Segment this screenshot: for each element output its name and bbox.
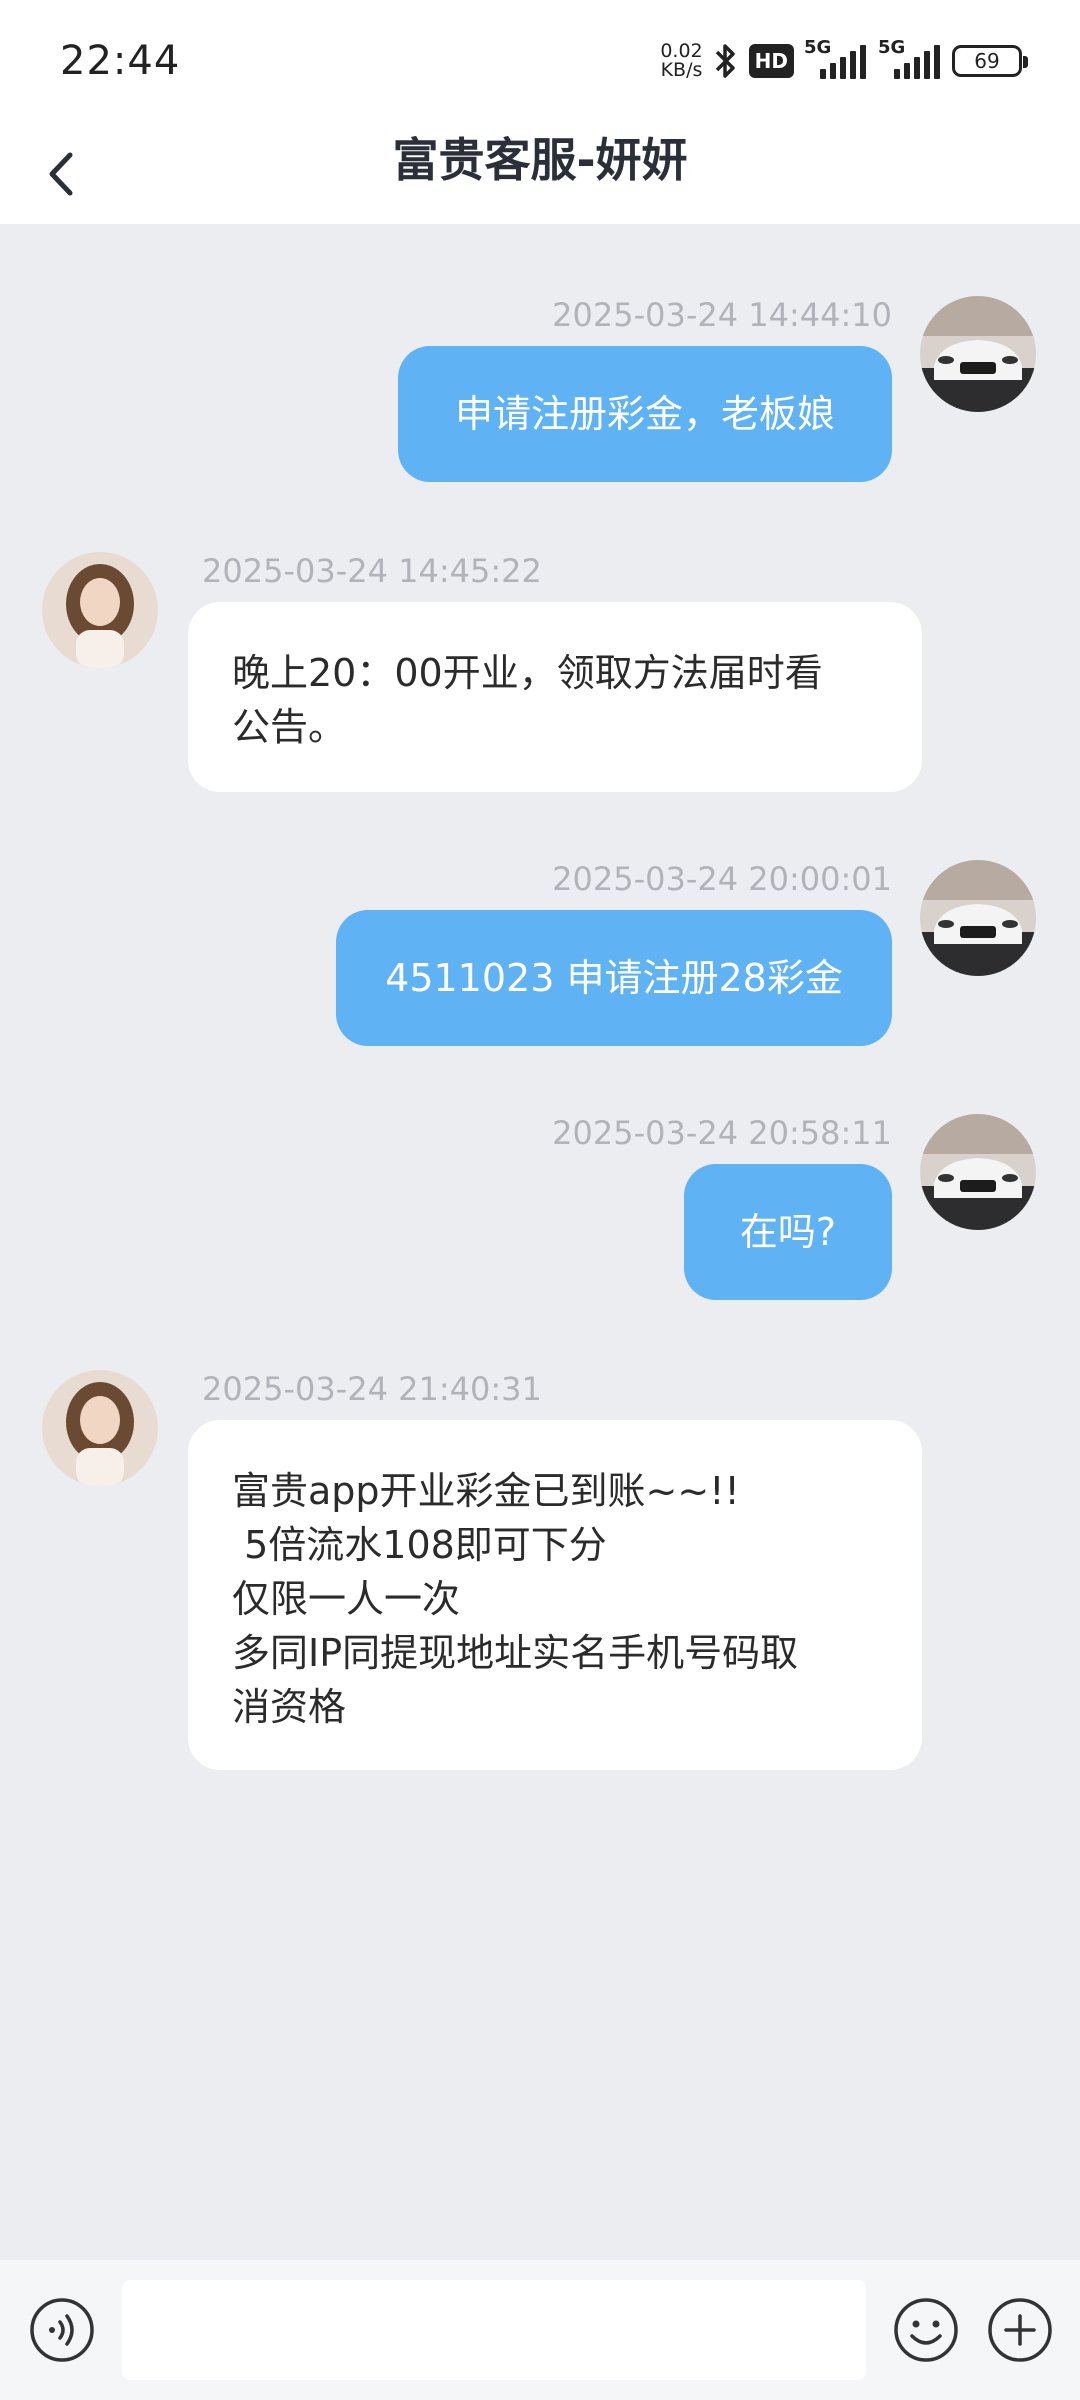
network-speed-unit: KB/s <box>660 59 703 81</box>
signal-label: 5G <box>878 37 906 58</box>
signal-label: 5G <box>804 37 832 58</box>
message-input[interactable] <box>122 2280 866 2380</box>
emoji-icon <box>894 2298 958 2362</box>
message-bubble[interactable]: 在吗? <box>684 1164 892 1300</box>
message-bubble[interactable]: 4511023 申请注册28彩金 <box>336 910 892 1046</box>
page-title: 富贵客服-妍妍 <box>392 133 688 187</box>
message-bubble[interactable]: 申请注册彩金，老板娘 <box>398 346 892 482</box>
hd-badge: HD <box>748 44 794 78</box>
voice-button[interactable] <box>28 2296 96 2364</box>
car-avatar-image <box>920 1114 1036 1230</box>
message-timestamp: 2025-03-24 20:58:11 <box>552 1114 892 1152</box>
message-timestamp: 2025-03-24 14:44:10 <box>552 296 892 334</box>
chat-history[interactable]: 2025-03-24 14:44:10 申请注册彩金，老板娘 2025-03-2… <box>0 224 1080 2260</box>
bluetooth-icon <box>715 44 735 78</box>
message-timestamp: 2025-03-24 14:45:22 <box>202 552 542 590</box>
car-avatar-image <box>920 860 1036 976</box>
message-timestamp: 2025-03-24 20:00:01 <box>552 860 892 898</box>
plus-icon <box>988 2298 1052 2362</box>
agent-avatar-image <box>42 552 158 668</box>
status-bar: 22:44 0.02 KB/s HD 5G 5G 69 <box>0 0 1080 120</box>
avatar-agent[interactable] <box>42 1370 158 1486</box>
signal-strength-icon: 5G <box>804 37 868 81</box>
car-avatar-image <box>920 296 1036 412</box>
message-bubble[interactable]: 富贵app开业彩金已到账~~!! 5倍流水108即可下分 仅限一人一次 多同IP… <box>188 1420 922 1770</box>
avatar-self[interactable] <box>920 1114 1036 1230</box>
message-timestamp: 2025-03-24 21:40:31 <box>202 1370 542 1408</box>
voice-icon <box>30 2298 94 2362</box>
add-attachment-button[interactable] <box>986 2296 1054 2364</box>
back-button[interactable] <box>22 134 102 214</box>
signal-strength-icon: 5G <box>878 37 942 81</box>
battery-level: 69 <box>974 49 1000 73</box>
input-bar <box>0 2260 1080 2400</box>
avatar-agent[interactable] <box>42 552 158 668</box>
avatar-self[interactable] <box>920 860 1036 976</box>
avatar-self[interactable] <box>920 296 1036 412</box>
emoji-button[interactable] <box>892 2296 960 2364</box>
status-time: 22:44 <box>60 38 181 84</box>
message-bubble[interactable]: 晚上20：00开业，领取方法届时看 公告。 <box>188 602 922 792</box>
status-icons: 0.02 KB/s HD 5G 5G 69 <box>660 37 1028 84</box>
agent-avatar-image <box>42 1370 158 1486</box>
battery-icon: 69 <box>952 45 1028 77</box>
chevron-left-icon <box>49 152 73 196</box>
network-speed: 0.02 KB/s <box>660 42 702 80</box>
title-bar: 富贵客服-妍妍 <box>0 120 1080 224</box>
